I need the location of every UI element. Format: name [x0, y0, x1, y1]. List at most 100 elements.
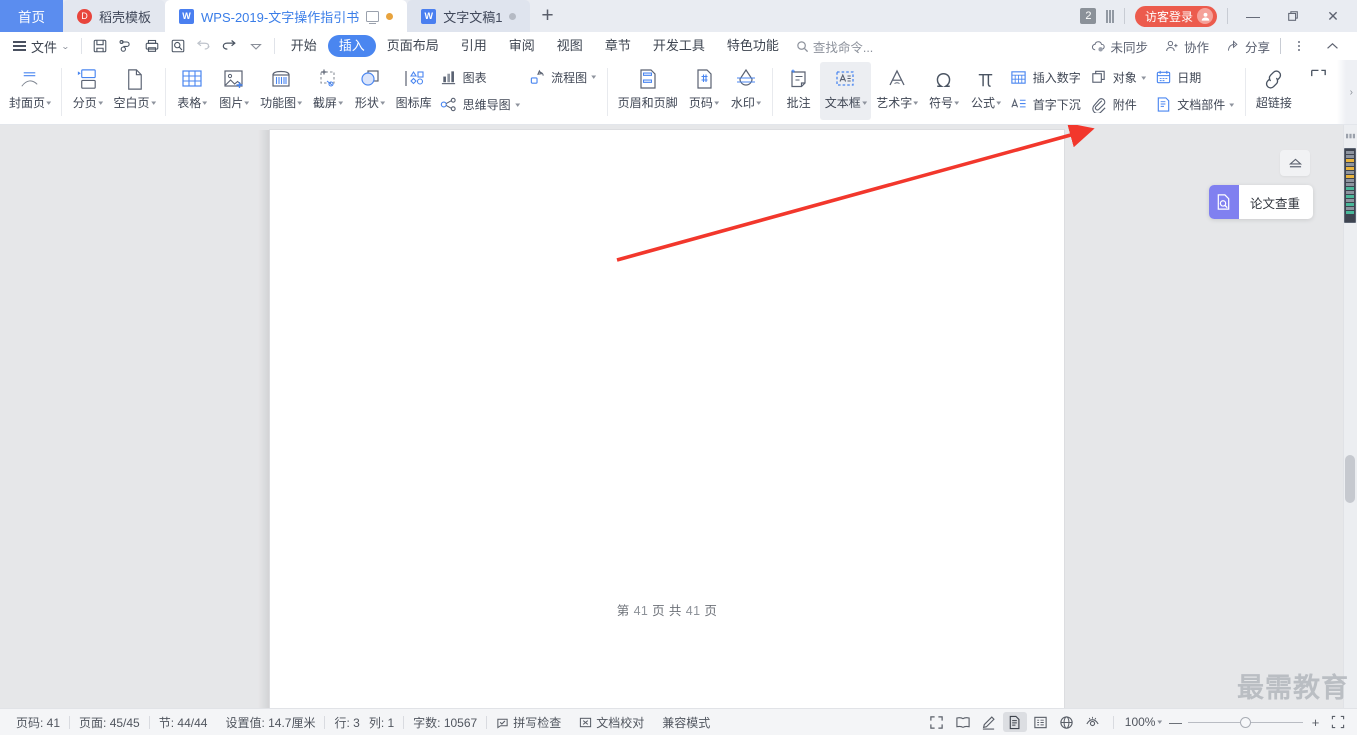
chart-button[interactable]: 图表 [437, 66, 526, 90]
symbol-button[interactable]: 符号 ▾ [923, 62, 965, 120]
unsaved-dot-icon[interactable] [386, 12, 394, 20]
formula-button[interactable]: 公式 ▾ [965, 62, 1007, 120]
close-dot-icon[interactable] [509, 12, 517, 20]
tab-stack-icon[interactable] [1106, 9, 1114, 23]
drop-cap-button[interactable]: 首字下沉 [1007, 93, 1087, 117]
pen-button[interactable] [977, 712, 1001, 732]
tab-wenzi-wengao-1[interactable]: W 文字文稿1 [407, 0, 531, 32]
textbox-button[interactable]: 文本框 ▾ [819, 62, 872, 120]
zoom-out-button[interactable]: — [1167, 715, 1184, 730]
print-preview-icon[interactable] [165, 34, 191, 58]
document-workspace[interactable]: 第 41 页 共 41 页 论文查重 [0, 125, 1357, 708]
eye-protect-button[interactable] [1081, 712, 1105, 732]
paper-check-card[interactable]: 论文查重 [1208, 185, 1313, 219]
icon-library-button[interactable]: 图标库 [391, 62, 437, 120]
status-proofread[interactable]: 文档校对 [570, 714, 653, 731]
function-chart-button[interactable]: 功能图 ▾ [255, 62, 307, 120]
zoom-slider-knob[interactable] [1240, 716, 1251, 728]
hyperlink-button[interactable]: 超链接 [1251, 62, 1297, 120]
status-row[interactable]: 行: 3 [325, 714, 368, 731]
screenshot-button[interactable]: 截屏 ▾ [307, 62, 349, 120]
document-minimap[interactable] [1344, 148, 1356, 223]
picture-button[interactable]: 图片 ▾ [213, 62, 255, 120]
document-page[interactable]: 第 41 页 共 41 页 [270, 130, 1064, 708]
file-menu-button[interactable]: 文件 ⌄ [6, 34, 76, 58]
status-column[interactable]: 列: 1 [369, 714, 403, 731]
date-button[interactable]: 日期 [1151, 66, 1240, 90]
tab-sections[interactable]: 章节 [594, 35, 642, 57]
tab-view[interactable]: 视图 [546, 35, 594, 57]
insert-number-button[interactable]: 插入数字 [1007, 66, 1087, 90]
collaborate-button[interactable]: 协作 [1158, 35, 1216, 57]
status-pages[interactable]: 页面: 45/45 [70, 714, 149, 731]
header-footer-button[interactable]: 页眉和页脚 [613, 62, 683, 120]
object-label: 对象 [1112, 71, 1137, 85]
scrollbar-thumb[interactable] [1345, 455, 1355, 503]
attachment-button[interactable]: 附件 [1087, 93, 1152, 117]
mindmap-button[interactable]: 思维导图 ▾ [437, 93, 526, 117]
status-setting-value[interactable]: 设置值: 14.7厘米 [216, 714, 324, 731]
read-layout-button[interactable] [951, 712, 975, 732]
more-options-button[interactable] [1284, 31, 1314, 61]
tab-home[interactable]: 首页 [0, 0, 63, 32]
zoom-in-button[interactable]: + [1307, 715, 1324, 730]
status-compat-mode[interactable]: 兼容模式 [653, 714, 719, 731]
object-button[interactable]: 对象 ▾ [1087, 66, 1152, 90]
tab-developer-tools[interactable]: 开发工具 [642, 35, 716, 57]
minimize-button[interactable]: — [1238, 1, 1268, 31]
zoom-level-button[interactable]: 100% ▾ [1122, 715, 1165, 729]
save-as-cloud-icon[interactable] [113, 34, 139, 58]
tab-start[interactable]: 开始 [280, 35, 328, 57]
side-panel-eject-button[interactable] [1280, 150, 1310, 176]
outline-button[interactable] [1029, 712, 1053, 732]
document-count-badge[interactable]: 2 [1080, 8, 1097, 24]
watermark-button[interactable]: 水印 ▾ [725, 62, 767, 120]
tab-docer-template[interactable]: D 稻壳模板 [63, 0, 166, 32]
ribbon-stack-date-docparts: 日期 文档部件 ▾ [1151, 62, 1240, 120]
ribbon-overflow-button[interactable]: › [1337, 60, 1357, 124]
tab-references[interactable]: 引用 [450, 35, 498, 57]
monitor-icon[interactable] [366, 10, 380, 24]
page-break-button[interactable]: 分页 ▾ [67, 62, 109, 120]
fullscreen-button[interactable] [925, 712, 949, 732]
page-layout-button[interactable] [1002, 712, 1027, 732]
status-word-count[interactable]: 字数: 10567 [404, 714, 486, 731]
collapse-ribbon-button[interactable] [1317, 31, 1347, 61]
fit-page-button[interactable] [1326, 712, 1350, 732]
find-command-box[interactable]: 查找命令... [796, 37, 873, 56]
tab-insert[interactable]: 插入 [327, 35, 376, 57]
wordart-button[interactable]: 艺术字 ▾ [871, 62, 923, 120]
new-tab-button[interactable]: + [530, 0, 564, 32]
save-icon[interactable] [87, 34, 113, 58]
shapes-button[interactable]: 形状 ▾ [349, 62, 391, 120]
undo-icon[interactable] [191, 34, 217, 58]
document-parts-button[interactable]: 文档部件 ▾ [1151, 93, 1240, 117]
share-button[interactable]: 分享 [1219, 35, 1277, 57]
blank-page-button[interactable]: 空白页 ▾ [109, 62, 161, 120]
customize-quick-access-icon[interactable] [243, 34, 269, 58]
print-icon[interactable] [139, 34, 165, 58]
flowchart-button[interactable]: 流程图 ▾ [525, 65, 602, 89]
web-layout-button[interactable] [1055, 712, 1079, 732]
tab-special-features[interactable]: 特色功能 [716, 35, 790, 57]
bookmark-button[interactable] [1297, 62, 1339, 120]
restore-button[interactable] [1278, 1, 1308, 31]
comment-button[interactable]: 批注 [778, 62, 820, 120]
tab-review[interactable]: 审阅 [498, 35, 546, 57]
tab-docer-label: 稻壳模板 [99, 9, 152, 25]
status-spellcheck[interactable]: 拼写检查 [487, 714, 570, 731]
tab-wps-2019-guide[interactable]: W WPS-2019-文字操作指引书 [165, 0, 408, 32]
zoom-slider[interactable] [1188, 716, 1303, 728]
guest-login-button[interactable]: 访客登录 [1134, 5, 1217, 27]
page-number-button[interactable]: 页码 ▾ [683, 62, 725, 120]
sync-status-button[interactable]: 未同步 [1084, 35, 1155, 57]
status-sections[interactable]: 节: 44/44 [150, 714, 217, 731]
scrollbar-top-icon[interactable] [1344, 131, 1356, 141]
close-button[interactable]: ✕ [1318, 1, 1348, 31]
redo-icon[interactable] [217, 34, 243, 58]
cover-page-button[interactable]: 封面页 ▾ [4, 62, 56, 120]
tab-page-layout[interactable]: 页面布局 [376, 35, 450, 57]
status-page-number[interactable]: 页码: 41 [7, 714, 69, 731]
textbox-icon [833, 66, 857, 92]
table-button[interactable]: 表格 ▾ [171, 62, 213, 120]
